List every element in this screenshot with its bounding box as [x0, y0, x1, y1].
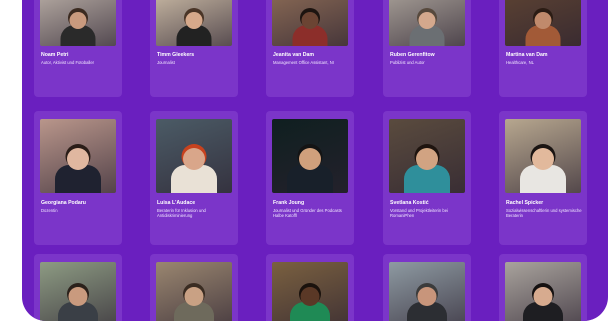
speaker-name: Noam Petri	[41, 52, 69, 58]
speaker-card[interactable]: Rachel Spicker Sozialwissenschaftlerin un…	[499, 111, 587, 245]
speaker-role: Management Office Assistant, NI	[273, 60, 334, 65]
speaker-name: Jeanita van Dam	[273, 52, 314, 58]
speaker-name: Frank Joung	[273, 200, 305, 206]
speaker-role: Healthcare, NL	[506, 60, 534, 65]
speaker-name: Rachel Spicker	[506, 200, 544, 206]
speaker-card[interactable]	[150, 254, 238, 321]
speaker-photo	[156, 262, 232, 321]
speaker-role: Autor, Aktivist und Fotoballer	[41, 60, 95, 65]
speaker-role: Publizist und Autor	[390, 60, 425, 65]
speaker-photo	[272, 262, 348, 321]
speaker-photo	[505, 262, 581, 321]
speaker-card[interactable]	[34, 254, 122, 321]
speaker-card[interactable]: Svetlana Kostić Vorstand und Projektleite…	[383, 111, 471, 245]
speaker-name: Martina van Dam	[506, 52, 548, 58]
speaker-photo	[505, 119, 581, 193]
speaker-role: Vorstand und Projektleiterin bei RomaniP…	[390, 208, 448, 219]
speaker-card[interactable]: Ruben Gerenfitow Publizist und Autor	[383, 0, 471, 97]
speaker-card[interactable]: Timm Gleekers Journalist	[150, 0, 238, 97]
speaker-name: Ruben Gerenfitow	[390, 52, 435, 58]
speaker-name: Luisa L'Audace	[157, 200, 196, 206]
speaker-role: Journalist und Gründer des Podcasts Halb…	[273, 208, 342, 219]
speaker-role: Journalist	[157, 60, 175, 65]
speaker-card[interactable]: Jeanita van Dam Management Office Assista…	[266, 0, 354, 97]
speaker-card[interactable]: Luisa L'Audace Beraterin für Inklusion un…	[150, 111, 238, 245]
speaker-photo	[156, 119, 232, 193]
speaker-card[interactable]: Frank Joung Journalist und Gründer des Po…	[266, 111, 354, 245]
speaker-role: Beraterin für Inklusion und Antidiskrimi…	[157, 208, 206, 219]
speaker-name: Georgiana Podaru	[41, 200, 86, 206]
speaker-photo	[389, 119, 465, 193]
speakers-panel: Noam Petri Autor, Aktivist und Fotoballer…	[22, 0, 608, 321]
speaker-role: Sozialwissenschaftlerin und systemische …	[506, 208, 582, 219]
speaker-photo	[272, 0, 348, 46]
speaker-card[interactable]	[383, 254, 471, 321]
speaker-card[interactable]	[266, 254, 354, 321]
speaker-name: Timm Gleekers	[157, 52, 195, 58]
speaker-photo	[40, 262, 116, 321]
speaker-photo	[389, 0, 465, 46]
speaker-card[interactable]	[499, 254, 587, 321]
speaker-card[interactable]: Noam Petri Autor, Aktivist und Fotoballer	[34, 0, 122, 97]
speaker-role: Dozentin	[41, 208, 58, 213]
speaker-photo	[40, 119, 116, 193]
speaker-photo	[389, 262, 465, 321]
speaker-photo	[156, 0, 232, 46]
speaker-name: Svetlana Kostić	[390, 200, 429, 206]
speaker-card[interactable]: Georgiana Podaru Dozentin	[34, 111, 122, 245]
speaker-card[interactable]: Martina van Dam Healthcare, NL	[499, 0, 587, 97]
speaker-photo	[40, 0, 116, 46]
speaker-photo	[272, 119, 348, 193]
speaker-photo	[505, 0, 581, 46]
